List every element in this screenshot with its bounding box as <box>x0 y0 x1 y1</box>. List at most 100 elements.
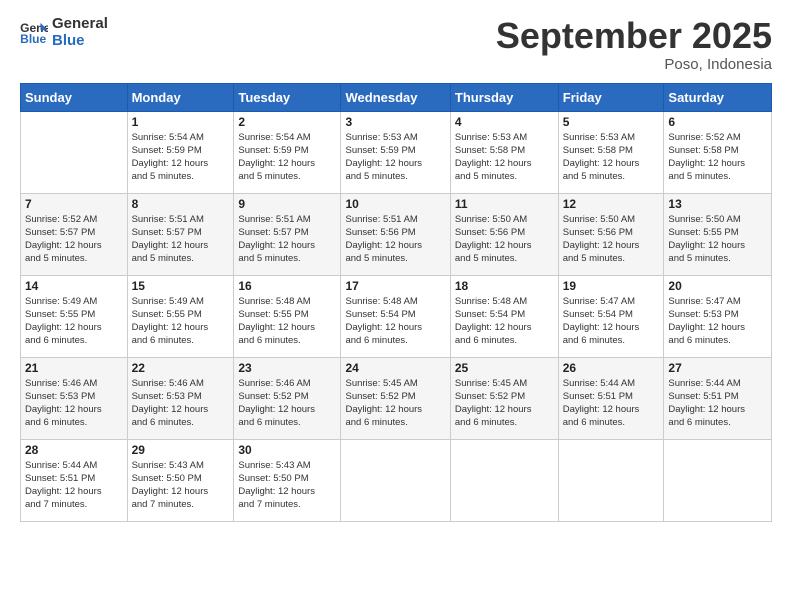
day-number: 7 <box>25 197 123 211</box>
calendar-cell: 25Sunrise: 5:45 AMSunset: 5:52 PMDayligh… <box>450 357 558 439</box>
calendar-cell: 28Sunrise: 5:44 AMSunset: 5:51 PMDayligh… <box>21 439 128 521</box>
day-info: Sunrise: 5:46 AMSunset: 5:52 PMDaylight:… <box>238 377 336 430</box>
weekday-header-saturday: Saturday <box>664 83 772 111</box>
svg-text:Blue: Blue <box>20 32 46 45</box>
calendar-cell: 8 Sunrise: 5:51 AMSunset: 5:57 PMDaylight… <box>127 193 234 275</box>
logo: General Blue General Blue <box>20 16 108 49</box>
header: General Blue General Blue September 2025… <box>20 16 772 73</box>
day-info: Sunrise: 5:52 AMSunset: 5:57 PMDaylight:… <box>25 213 123 266</box>
day-number: 2 <box>238 115 336 129</box>
day-info: Sunrise: 5:53 AMSunset: 5:58 PMDaylight:… <box>563 131 660 184</box>
day-number: 28 <box>25 443 123 457</box>
day-info: Sunrise: 5:49 AMSunset: 5:55 PMDaylight:… <box>25 295 123 348</box>
calendar-cell: 11 Sunrise: 5:50 AMSunset: 5:56 PMDayligh… <box>450 193 558 275</box>
calendar-cell <box>558 439 664 521</box>
month-title: September 2025 <box>496 16 772 56</box>
calendar-cell: 7 Sunrise: 5:52 AMSunset: 5:57 PMDaylight… <box>21 193 128 275</box>
day-number: 6 <box>668 115 767 129</box>
calendar-cell: 29 Sunrise: 5:43 AMSunset: 5:50 PMDayligh… <box>127 439 234 521</box>
day-info: Sunrise: 5:45 AMSunset: 5:52 PMDaylight:… <box>345 377 445 430</box>
weekday-header-tuesday: Tuesday <box>234 83 341 111</box>
day-number: 12 <box>563 197 660 211</box>
day-info: Sunrise: 5:53 AMSunset: 5:59 PMDaylight:… <box>345 131 445 184</box>
day-info: Sunrise: 5:49 AMSunset: 5:55 PMDaylight:… <box>132 295 230 348</box>
calendar-cell: 21Sunrise: 5:46 AMSunset: 5:53 PMDayligh… <box>21 357 128 439</box>
weekday-header-sunday: Sunday <box>21 83 128 111</box>
day-info: Sunrise: 5:48 AMSunset: 5:54 PMDaylight:… <box>455 295 554 348</box>
calendar-cell: 17Sunrise: 5:48 AMSunset: 5:54 PMDayligh… <box>341 275 450 357</box>
day-info: Sunrise: 5:43 AMSunset: 5:50 PMDaylight:… <box>132 459 230 512</box>
day-number: 10 <box>345 197 445 211</box>
calendar-cell: 5Sunrise: 5:53 AMSunset: 5:58 PMDaylight… <box>558 111 664 193</box>
weekday-header-thursday: Thursday <box>450 83 558 111</box>
day-number: 22 <box>132 361 230 375</box>
day-info: Sunrise: 5:44 AMSunset: 5:51 PMDaylight:… <box>668 377 767 430</box>
day-number: 3 <box>345 115 445 129</box>
calendar-cell: 1 Sunrise: 5:54 AMSunset: 5:59 PMDaylight… <box>127 111 234 193</box>
calendar-table: SundayMondayTuesdayWednesdayThursdayFrid… <box>20 83 772 522</box>
calendar-cell: 19 Sunrise: 5:47 AMSunset: 5:54 PMDayligh… <box>558 275 664 357</box>
day-info: Sunrise: 5:52 AMSunset: 5:58 PMDaylight:… <box>668 131 767 184</box>
day-number: 24 <box>345 361 445 375</box>
day-number: 19 <box>563 279 660 293</box>
calendar-cell <box>450 439 558 521</box>
calendar-cell: 3 Sunrise: 5:53 AMSunset: 5:59 PMDaylight… <box>341 111 450 193</box>
calendar-cell: 27 Sunrise: 5:44 AMSunset: 5:51 PMDayligh… <box>664 357 772 439</box>
calendar-cell <box>664 439 772 521</box>
calendar-cell: 16Sunrise: 5:48 AMSunset: 5:55 PMDayligh… <box>234 275 341 357</box>
day-number: 13 <box>668 197 767 211</box>
day-info: Sunrise: 5:51 AMSunset: 5:57 PMDaylight:… <box>238 213 336 266</box>
page-container: General Blue General Blue September 2025… <box>0 0 792 532</box>
calendar-cell: 26Sunrise: 5:44 AMSunset: 5:51 PMDayligh… <box>558 357 664 439</box>
day-info: Sunrise: 5:44 AMSunset: 5:51 PMDaylight:… <box>563 377 660 430</box>
title-block: September 2025 Poso, Indonesia <box>496 16 772 73</box>
calendar-body: 1 Sunrise: 5:54 AMSunset: 5:59 PMDaylight… <box>21 111 772 521</box>
calendar-cell: 6 Sunrise: 5:52 AMSunset: 5:58 PMDaylight… <box>664 111 772 193</box>
day-number: 15 <box>132 279 230 293</box>
calendar-cell: 22 Sunrise: 5:46 AMSunset: 5:53 PMDayligh… <box>127 357 234 439</box>
day-info: Sunrise: 5:54 AMSunset: 5:59 PMDaylight:… <box>132 131 230 184</box>
weekday-header-monday: Monday <box>127 83 234 111</box>
calendar-cell: 20 Sunrise: 5:47 AMSunset: 5:53 PMDayligh… <box>664 275 772 357</box>
calendar-cell: 14Sunrise: 5:49 AMSunset: 5:55 PMDayligh… <box>21 275 128 357</box>
day-number: 11 <box>455 197 554 211</box>
day-number: 8 <box>132 197 230 211</box>
day-info: Sunrise: 5:47 AMSunset: 5:54 PMDaylight:… <box>563 295 660 348</box>
day-number: 4 <box>455 115 554 129</box>
day-info: Sunrise: 5:51 AMSunset: 5:56 PMDaylight:… <box>345 213 445 266</box>
day-info: Sunrise: 5:45 AMSunset: 5:52 PMDaylight:… <box>455 377 554 430</box>
day-info: Sunrise: 5:51 AMSunset: 5:57 PMDaylight:… <box>132 213 230 266</box>
day-number: 27 <box>668 361 767 375</box>
calendar-cell: 2Sunrise: 5:54 AMSunset: 5:59 PMDaylight… <box>234 111 341 193</box>
calendar-cell: 13 Sunrise: 5:50 AMSunset: 5:55 PMDayligh… <box>664 193 772 275</box>
calendar-cell: 30Sunrise: 5:43 AMSunset: 5:50 PMDayligh… <box>234 439 341 521</box>
weekday-header-friday: Friday <box>558 83 664 111</box>
day-info: Sunrise: 5:47 AMSunset: 5:53 PMDaylight:… <box>668 295 767 348</box>
calendar-week-2: 7 Sunrise: 5:52 AMSunset: 5:57 PMDaylight… <box>21 193 772 275</box>
day-number: 9 <box>238 197 336 211</box>
day-number: 20 <box>668 279 767 293</box>
day-info: Sunrise: 5:46 AMSunset: 5:53 PMDaylight:… <box>132 377 230 430</box>
location: Poso, Indonesia <box>496 56 772 73</box>
calendar-cell: 12Sunrise: 5:50 AMSunset: 5:56 PMDayligh… <box>558 193 664 275</box>
logo-line2: Blue <box>52 33 108 50</box>
calendar-week-1: 1 Sunrise: 5:54 AMSunset: 5:59 PMDaylight… <box>21 111 772 193</box>
day-number: 29 <box>132 443 230 457</box>
logo-line1: General <box>52 16 108 33</box>
day-info: Sunrise: 5:50 AMSunset: 5:55 PMDaylight:… <box>668 213 767 266</box>
calendar-cell: 4Sunrise: 5:53 AMSunset: 5:58 PMDaylight… <box>450 111 558 193</box>
day-number: 1 <box>132 115 230 129</box>
day-number: 30 <box>238 443 336 457</box>
logo-icon: General Blue <box>20 21 48 45</box>
day-info: Sunrise: 5:46 AMSunset: 5:53 PMDaylight:… <box>25 377 123 430</box>
day-info: Sunrise: 5:50 AMSunset: 5:56 PMDaylight:… <box>455 213 554 266</box>
weekday-header-wednesday: Wednesday <box>341 83 450 111</box>
calendar-cell: 10 Sunrise: 5:51 AMSunset: 5:56 PMDayligh… <box>341 193 450 275</box>
calendar-week-4: 21Sunrise: 5:46 AMSunset: 5:53 PMDayligh… <box>21 357 772 439</box>
calendar-cell: 9 Sunrise: 5:51 AMSunset: 5:57 PMDaylight… <box>234 193 341 275</box>
day-number: 16 <box>238 279 336 293</box>
day-number: 18 <box>455 279 554 293</box>
day-info: Sunrise: 5:48 AMSunset: 5:54 PMDaylight:… <box>345 295 445 348</box>
calendar-week-5: 28Sunrise: 5:44 AMSunset: 5:51 PMDayligh… <box>21 439 772 521</box>
day-number: 23 <box>238 361 336 375</box>
